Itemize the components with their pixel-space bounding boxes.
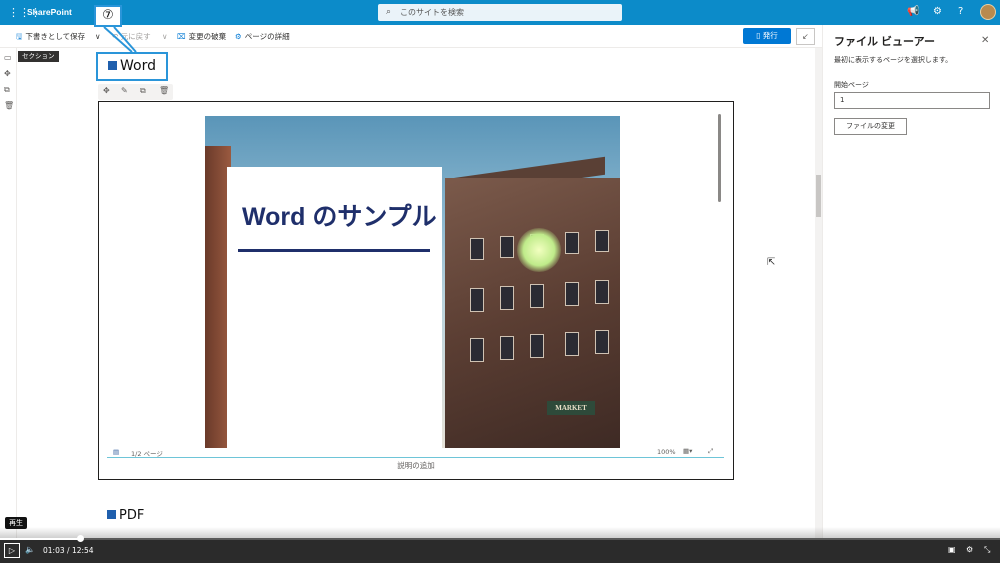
fullscreen-exit-icon[interactable]: ⤡ bbox=[984, 545, 990, 555]
captions-icon[interactable]: ▣ bbox=[948, 545, 956, 554]
megaphone-icon[interactable]: 📢 bbox=[907, 6, 919, 18]
pdf-heading[interactable]: PDF bbox=[107, 508, 144, 524]
undo-icon: ↶ bbox=[112, 32, 121, 41]
property-pane-title: ファイル ビューアー bbox=[834, 36, 935, 48]
video-overlay-gradient bbox=[0, 527, 1000, 538]
settings-icon[interactable]: ⚙ bbox=[966, 545, 973, 554]
save-dropdown-chevron-icon[interactable]: ∨ bbox=[95, 32, 101, 41]
canvas-scrollbar-thumb[interactable] bbox=[816, 175, 821, 217]
title-underline bbox=[238, 249, 430, 252]
close-icon[interactable]: ✕ bbox=[981, 35, 989, 46]
play-icon: ▷ bbox=[8, 546, 16, 555]
market-sign: MARKET bbox=[547, 401, 595, 415]
suite-header: ⋮⋮⋮ SharePoint ⌕ このサイトを検索 📢 ⚙ ? bbox=[0, 0, 1000, 25]
time-separator: / bbox=[67, 546, 70, 555]
search-placeholder: このサイトを検索 bbox=[400, 8, 464, 17]
move-icon[interactable]: ✥ bbox=[103, 86, 110, 95]
play-button[interactable]: ▷ bbox=[4, 543, 20, 558]
progress-bar[interactable] bbox=[0, 538, 1000, 540]
section-toolbar: ▭ ✥ ⧉ 🗑 bbox=[0, 48, 17, 538]
search-input[interactable]: ⌕ このサイトを検索 bbox=[378, 4, 622, 21]
delete-icon[interactable]: 🗑 bbox=[4, 101, 14, 110]
collapse-panel-button[interactable]: ↙ bbox=[796, 28, 815, 45]
property-pane: ファイル ビューアー ✕ 最初に表示するページを選択します。 開始ページ 1 フ… bbox=[822, 25, 1000, 538]
file-viewer-webpart[interactable]: MARKET Word のサンプル ▤ 1/2 ページ 100% ▦▾ ⤢ 説明… bbox=[98, 101, 734, 480]
pdf-heading-text: PDF bbox=[119, 508, 145, 523]
progress-handle[interactable] bbox=[77, 535, 84, 542]
canvas-scrollbar[interactable] bbox=[815, 48, 822, 538]
page-indicator: 1/2 ページ bbox=[131, 450, 163, 458]
callout-number: ⑦ bbox=[94, 5, 122, 27]
page-details-button[interactable]: ⚙ ページの詳細 bbox=[235, 32, 290, 41]
move-icon[interactable]: ✥ bbox=[4, 69, 11, 78]
gear-icon[interactable]: ⚙ bbox=[933, 6, 942, 18]
collapse-icon: ↙ bbox=[802, 32, 809, 41]
document-page: MARKET bbox=[205, 116, 620, 448]
zoom-level: 100% bbox=[657, 448, 676, 456]
start-page-label: 開始ページ bbox=[834, 81, 869, 89]
lens-flare bbox=[517, 228, 561, 272]
fullscreen-icon[interactable]: ⤢ bbox=[708, 447, 713, 456]
discard-icon: ⌧ bbox=[177, 32, 186, 41]
video-player-controls: ▷ 🔈 01:03 / 12:54 ▣ ⚙ ⤡ bbox=[0, 535, 1000, 563]
search-icon: ⌕ bbox=[386, 7, 392, 17]
document-title: Word のサンプル bbox=[242, 203, 437, 231]
help-icon[interactable]: ? bbox=[958, 6, 963, 18]
word-heading[interactable]: Word bbox=[96, 52, 168, 81]
undo-dropdown-chevron-icon[interactable]: ∨ bbox=[162, 32, 168, 41]
view-mode-icon[interactable]: ▦▾ bbox=[683, 447, 692, 455]
webpart-toolbar: ✥ ✎ ⧉ 🗑 bbox=[98, 84, 173, 100]
delete-icon[interactable]: 🗑 bbox=[159, 86, 169, 95]
progress-fill bbox=[0, 538, 81, 540]
save-icon: 🖫 bbox=[16, 32, 23, 41]
undo-button[interactable]: ↶ 元に戻す bbox=[112, 32, 151, 41]
command-bar: 🖫 下書きとして保存 ∨ ↶ 元に戻す ∨ ⌧ 変更の破棄 ⚙ ページの詳細 ▯ 発行… bbox=[0, 25, 822, 48]
edit-pencil-icon[interactable]: ✎ bbox=[121, 86, 128, 95]
property-pane-description: 最初に表示するページを選択します。 bbox=[834, 56, 953, 64]
viewer-scrollbar[interactable] bbox=[718, 114, 721, 202]
section-label: セクション bbox=[18, 51, 59, 62]
discard-button[interactable]: ⌧ 変更の破棄 bbox=[177, 32, 226, 41]
word-heading-text: Word bbox=[120, 58, 156, 74]
edit-section-icon[interactable]: ▭ bbox=[4, 53, 12, 62]
change-file-button[interactable]: ファイルの変更 bbox=[834, 118, 907, 135]
play-tooltip: 再生 bbox=[5, 517, 27, 529]
word-file-icon: ▤ bbox=[113, 448, 120, 456]
viewer-footer: ▤ 1/2 ページ 100% ▦▾ ⤢ bbox=[107, 447, 724, 458]
current-time: 01:03 bbox=[43, 546, 65, 555]
gear-icon: ⚙ bbox=[235, 32, 242, 41]
save-draft-button[interactable]: 🖫 下書きとして保存 bbox=[16, 32, 85, 41]
avatar[interactable] bbox=[980, 4, 996, 20]
mouse-cursor-icon: ⇱ bbox=[767, 257, 776, 268]
volume-icon[interactable]: 🔈 bbox=[25, 545, 35, 554]
time-display: 01:03 / 12:54 bbox=[43, 546, 94, 555]
publish-button[interactable]: ▯ 発行 bbox=[743, 28, 791, 44]
duplicate-icon[interactable]: ⧉ bbox=[4, 85, 10, 95]
total-time: 12:54 bbox=[71, 546, 94, 555]
square-bullet-icon bbox=[107, 510, 116, 519]
square-bullet-icon bbox=[108, 61, 117, 70]
start-page-input[interactable]: 1 bbox=[834, 92, 990, 109]
app-brand[interactable]: SharePoint bbox=[27, 7, 72, 17]
caption-placeholder[interactable]: 説明の追加 bbox=[99, 460, 733, 471]
duplicate-icon[interactable]: ⧉ bbox=[140, 86, 146, 96]
